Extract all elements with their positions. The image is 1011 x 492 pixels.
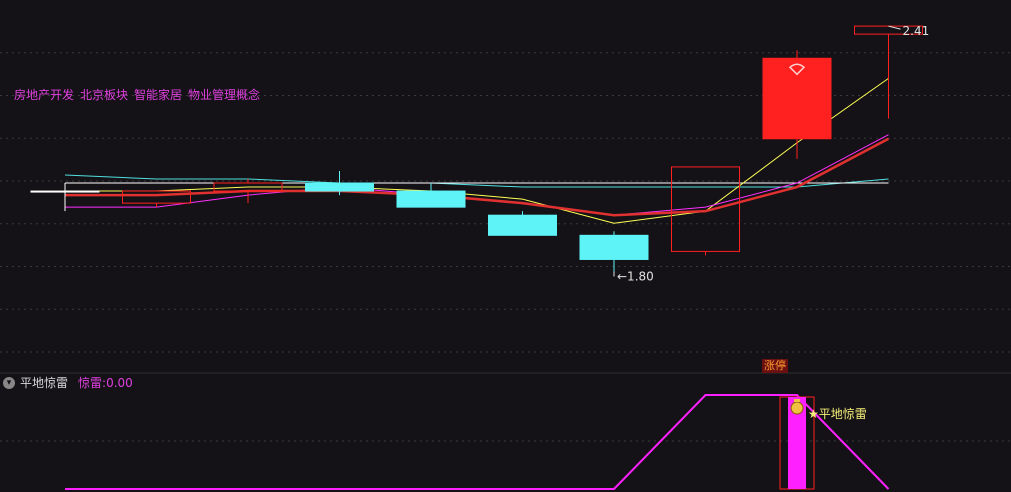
chart-stage: 2.41 ←1.80 ★平地惊雷 [0,24,1011,490]
candle-body [305,182,374,192]
ma-line [65,137,890,217]
concept-tags: 房地产开发 北京板块 智能家居 物业管理概念 [14,86,266,103]
candle [213,178,283,204]
candle-body [762,57,832,140]
indicator-pane: ★平地惊雷 [65,394,890,490]
min-price-label: ←1.80 [617,270,654,284]
limit-up-badge: 涨停 [762,359,788,373]
candle [396,183,466,208]
indicator-name[interactable]: 平地惊雷 [20,375,68,391]
ma-line [64,174,889,188]
candle-body [396,190,466,208]
candle [579,231,649,272]
indicator-header: ▾ 平地惊雷 惊雷: 0.00 [3,375,133,391]
bag-body [790,401,804,415]
candle-body [579,234,649,260]
candle [762,50,832,159]
concept-tag[interactable]: 房地产开发 [14,88,74,102]
concept-tag[interactable]: 物业管理概念 [188,88,260,102]
candle-body [488,214,557,236]
signal-label: ★平地惊雷 [808,406,867,421]
candle [305,170,374,196]
candle-body [30,190,100,193]
candle [854,25,923,119]
indicator-line [65,394,890,490]
indicator-value: 0.00 [106,376,133,390]
candle [488,211,557,236]
max-price-label: 2.41 [903,24,930,38]
indicator-value-label: 惊雷: [78,376,107,390]
concept-tag[interactable]: 智能家居 [134,88,182,102]
bag-top [794,399,800,402]
chevron-down-icon[interactable]: ▾ [3,377,15,389]
concept-tag[interactable]: 北京板块 [80,88,128,102]
